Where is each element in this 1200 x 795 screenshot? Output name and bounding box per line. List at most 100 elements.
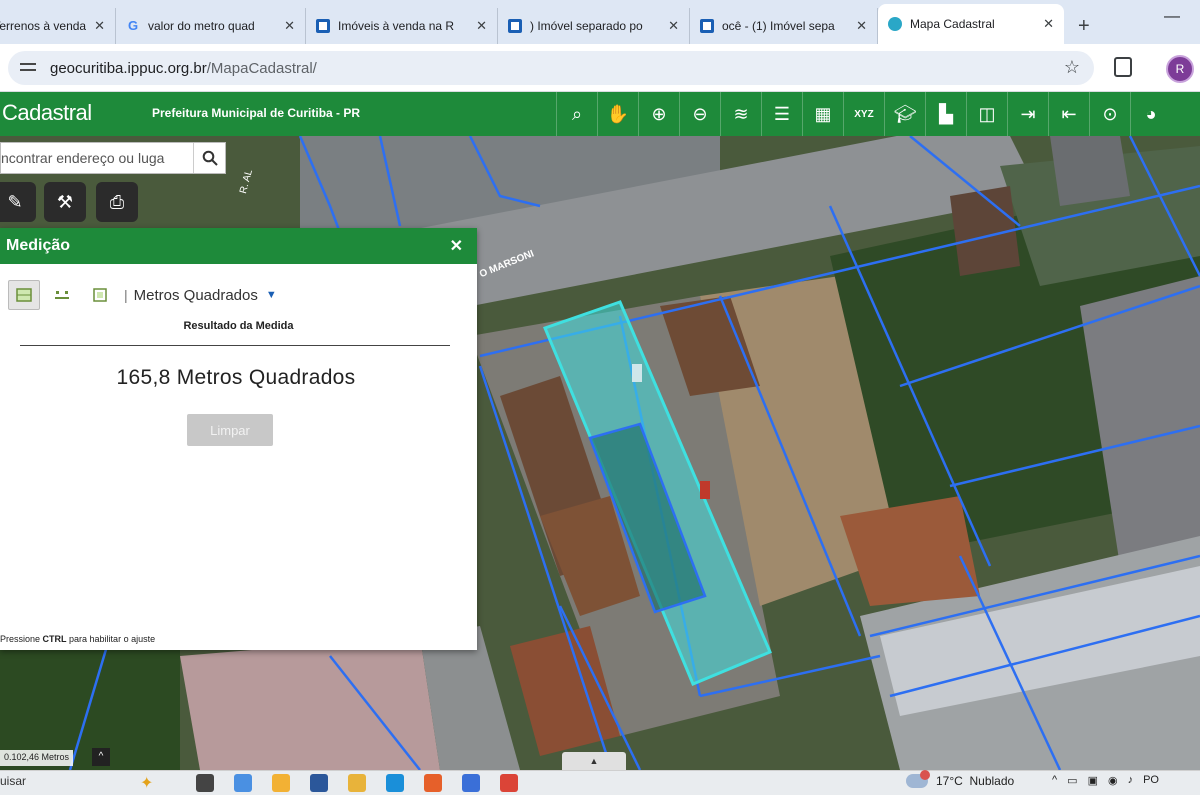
close-icon[interactable]: ✕ (1043, 16, 1054, 32)
url-path: /MapaCadastral/ (206, 59, 317, 77)
pan-hand-icon[interactable]: ✋ (597, 92, 638, 136)
tray-network-icon[interactable]: ◉ (1108, 774, 1118, 787)
site-favicon-icon (700, 19, 714, 33)
zoom-in-icon[interactable]: ⊕ (638, 92, 679, 136)
measurement-panel-header: Medição ✕ (0, 228, 477, 264)
app-header: Cadastral Prefeitura Municipal de Curiti… (0, 92, 1200, 136)
file-explorer-icon[interactable] (348, 774, 366, 792)
tab-label: ) Imóvel separado po (530, 19, 643, 33)
tab-mapa-cadastral[interactable]: Mapa Cadastral ✕ (878, 4, 1064, 44)
omnibox[interactable]: geocuritiba.ippuc.org.br/MapaCadastral/ … (8, 51, 1094, 85)
new-tab-plus-icon[interactable]: + (1064, 8, 1104, 44)
minimize-window-icon[interactable]: — (1164, 8, 1180, 26)
tab-label: Imóveis à venda na R (338, 19, 455, 33)
tab-google[interactable]: G valor do metro quad ✕ (116, 8, 306, 44)
xyz-coordinates-icon[interactable]: XYZ (843, 92, 884, 136)
document-icon[interactable] (462, 774, 480, 792)
system-tray: ^ ▭ ▣ ◉ ♪ PO (1052, 774, 1169, 787)
grid-icon[interactable]: ▦ (802, 92, 843, 136)
tab-imovel-separado[interactable]: ) Imóvel separado po ✕ (498, 8, 690, 44)
outlook-icon[interactable] (310, 774, 328, 792)
firefox-icon[interactable] (424, 774, 442, 792)
list-icon[interactable]: ☰ (761, 92, 802, 136)
login-icon[interactable]: ⇥ (1007, 92, 1048, 136)
screen: Terrenos à venda ✕ G valor do metro quad… (0, 0, 1200, 795)
close-icon[interactable]: ✕ (284, 18, 295, 34)
measurement-panel-title: Medição (6, 237, 71, 254)
tab-imoveis[interactable]: Imóveis à venda na R ✕ (306, 8, 498, 44)
tray-language[interactable]: PO (1143, 774, 1159, 787)
url-text[interactable]: geocuritiba.ippuc.org.br/MapaCadastral/ (50, 60, 317, 77)
weather-widget[interactable]: 17°C Nublado (906, 770, 1015, 788)
profile-avatar[interactable]: R (1166, 55, 1194, 83)
tray-volume-icon[interactable]: ♪ (1128, 774, 1134, 787)
measurement-panel: Medição ✕ | Metros Quadrados ▼ Resultado… (0, 228, 477, 650)
extensions-icon[interactable] (1114, 57, 1132, 77)
close-icon[interactable]: ✕ (476, 18, 487, 34)
app-subtitle: Prefeitura Municipal de Curitiba - PR (152, 106, 361, 120)
graduation-icon[interactable]: 🎓︎ (884, 92, 925, 136)
tray-overflow-chevron-icon[interactable]: ^ (1052, 774, 1057, 787)
copilot-icon[interactable] (234, 774, 252, 792)
weather-condition: Nublado (969, 774, 1015, 788)
hint-prefix: Pressione (0, 634, 43, 644)
unit-select[interactable]: Metros Quadrados (134, 287, 258, 304)
bookmark-star-icon[interactable]: ☆ (1064, 57, 1080, 78)
map-favicon-icon (888, 17, 902, 31)
tab-label: valor do metro quad (148, 19, 255, 33)
cloud-icon (906, 770, 930, 788)
address-search-input[interactable] (1, 143, 193, 173)
copilot-sparkle-icon[interactable]: ✦ (140, 773, 153, 793)
edit-pen-icon[interactable]: ✎ (0, 182, 36, 222)
google-favicon-icon: G (127, 18, 139, 33)
site-settings-icon[interactable] (20, 61, 38, 75)
url-host: geocuritiba.ippuc.org.br (50, 59, 207, 77)
result-heading: Resultado da Medida (183, 320, 294, 332)
close-icon[interactable]: ✕ (668, 18, 679, 34)
zoom-out-icon[interactable]: ⊖ (679, 92, 720, 136)
identify-icon[interactable]: ⌕ (556, 92, 597, 136)
chevron-up-icon[interactable]: ^ (92, 748, 110, 766)
address-search-box (0, 142, 226, 174)
target-icon[interactable]: ⊙ (1089, 92, 1130, 136)
task-view-icon[interactable] (196, 774, 214, 792)
split-panel-icon[interactable]: ◫ (966, 92, 1007, 136)
chrome-icon[interactable] (500, 774, 518, 792)
logout-icon[interactable]: ⇤ (1048, 92, 1089, 136)
print-icon[interactable]: ⎙ (96, 182, 138, 222)
tray-display-icon[interactable]: ▣ (1088, 774, 1098, 787)
close-icon[interactable]: ✕ (856, 18, 867, 34)
search-icon[interactable] (193, 143, 225, 173)
scale-label: 0.102,46 Metros (0, 750, 74, 766)
chevron-down-icon[interactable]: ▼ (266, 289, 277, 301)
layers-icon[interactable]: ≋ (720, 92, 761, 136)
close-icon[interactable]: ✕ (450, 236, 463, 256)
app-title: Cadastral (2, 100, 92, 125)
close-icon[interactable]: ✕ (94, 18, 105, 34)
hint-suffix: para habilitar o ajuste (66, 634, 156, 644)
tab-voce-imovel[interactable]: ocê - (1) Imóvel sepa ✕ (690, 8, 878, 44)
site-favicon-icon (508, 19, 522, 33)
attribution-toggle-chevron-up-icon[interactable]: ▲ (562, 752, 626, 770)
area-measure-icon[interactable] (8, 280, 40, 310)
site-favicon-icon (316, 19, 330, 33)
widgets-icon[interactable] (272, 774, 290, 792)
map-toolbar: ⌕ ✋ ⊕ ⊖ ≋ ☰ ▦ XYZ 🎓︎ ▙ ◫ ⇥ ⇤ ⊙ ◕ (556, 92, 1171, 136)
measurement-result: 165,8 Metros Quadrados (116, 366, 356, 389)
building-icon[interactable]: ▙ (925, 92, 966, 136)
distance-measure-icon[interactable] (46, 280, 78, 310)
measure-tool-row: | Metros Quadrados ▼ (8, 280, 277, 310)
tray-device-icon[interactable]: ▭ (1067, 774, 1077, 787)
location-measure-icon[interactable] (84, 280, 116, 310)
browser-tab-strip: Terrenos à venda ✕ G valor do metro quad… (0, 0, 1200, 44)
tab-terrenos[interactable]: Terrenos à venda ✕ (0, 8, 116, 44)
divider (20, 345, 450, 346)
temperature: 17°C (936, 774, 963, 788)
tab-label: ocê - (1) Imóvel sepa (722, 19, 835, 33)
measure-tool-icon[interactable]: ⚒ (44, 182, 86, 222)
taskbar-apps (196, 774, 538, 792)
edge-icon[interactable] (386, 774, 404, 792)
taskbar-search[interactable]: uisar (0, 774, 26, 788)
globe-icon[interactable]: ◕ (1130, 92, 1171, 136)
clear-button[interactable]: Limpar (187, 414, 273, 446)
